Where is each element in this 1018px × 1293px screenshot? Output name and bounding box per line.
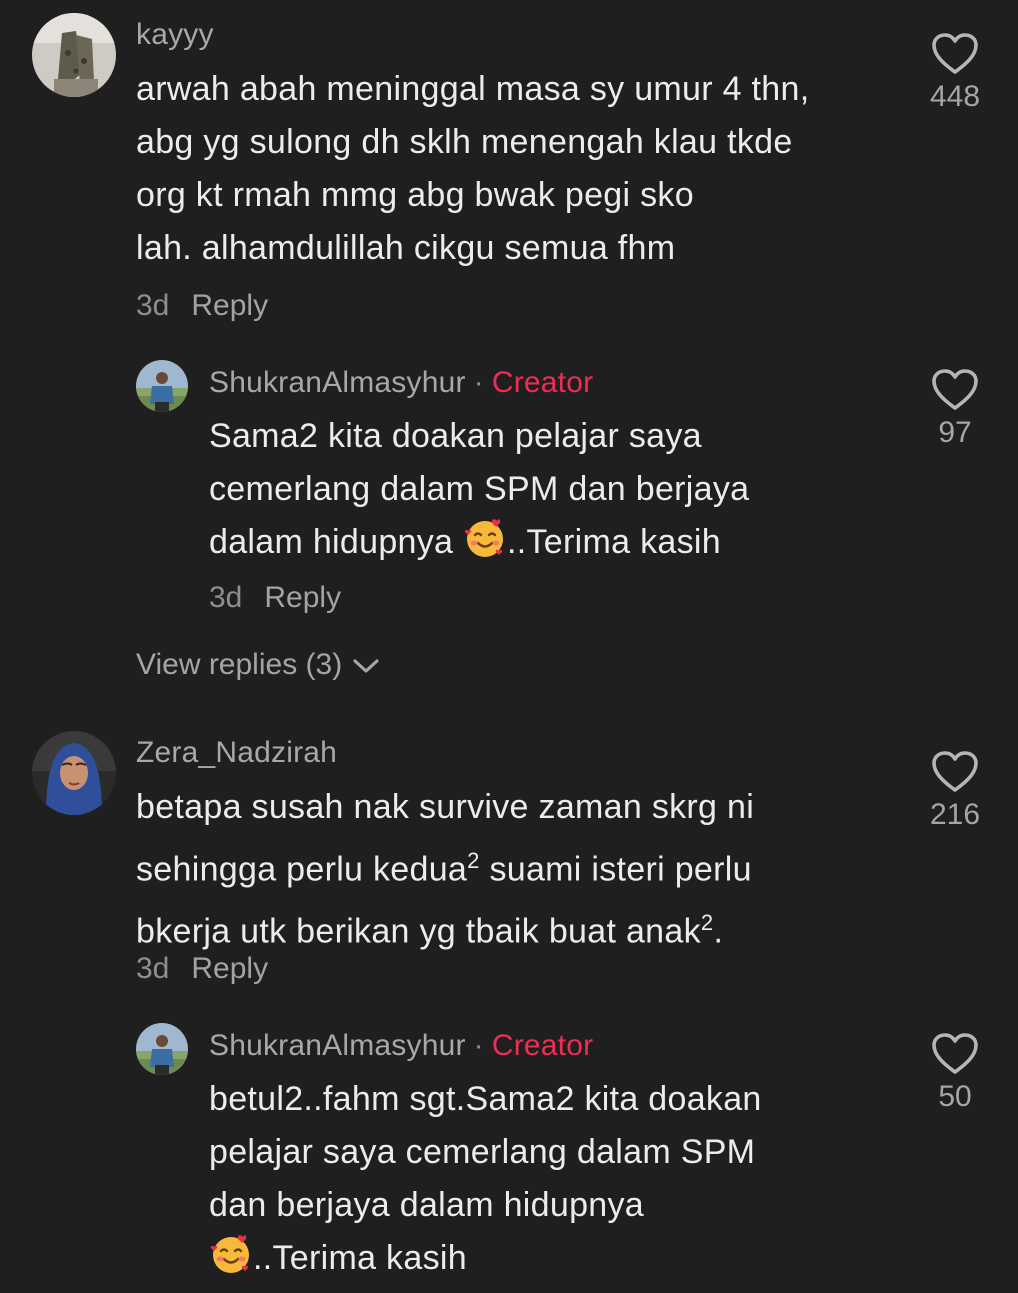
like-count: 216 — [929, 798, 981, 831]
comment-text-line: bkerja utk berikan yg tbaik buat anak2. — [136, 896, 754, 958]
separator-dot: · — [473, 366, 484, 399]
comment-text-line: cemerlang dalam SPM dan berjaya — [209, 470, 750, 508]
comment-text: betul2..fahm sgt.Sama2 kita doakan pelaj… — [209, 1073, 762, 1293]
heart-outline-icon[interactable] — [931, 750, 979, 794]
comment-text: betapa susah nak survive zaman skrg ni s… — [136, 781, 754, 959]
comment-meta: 3d Reply — [136, 952, 268, 986]
comment-text-line: dalam hidupnya ..Terima kasih — [209, 516, 749, 577]
avatar[interactable] — [136, 1023, 188, 1075]
like-count: 50 — [938, 1080, 972, 1113]
smiling-face-with-hearts-icon — [463, 517, 507, 577]
like-control: 50 — [910, 1032, 1000, 1114]
comment-text-fragment: suami isteri perlu — [489, 850, 752, 889]
reply-button[interactable]: Reply — [191, 952, 268, 985]
separator-dot: · — [473, 1029, 484, 1062]
comment-text-line: betul2..fahm sgt.Sama2 kita doakan — [209, 1080, 762, 1118]
comment-text-line: ..Terima kasih — [209, 1232, 762, 1293]
chevron-down-icon — [353, 659, 379, 673]
reply-button[interactable]: Reply — [191, 289, 268, 322]
heart-outline-icon[interactable] — [931, 368, 979, 412]
comment-text: Sama2 kita doakan pelajar saya cemerlang… — [209, 410, 749, 577]
heart-outline-icon[interactable] — [931, 1032, 979, 1076]
superscript: 2 — [467, 848, 480, 873]
comment-text-line: org kt rmah mmg abg bwak pegi sko — [136, 176, 694, 214]
view-replies-label: View replies (3) — [136, 648, 343, 681]
smiling-face-with-hearts-icon — [209, 1233, 253, 1293]
comment-text-fragment: ..Terima kasih — [507, 523, 721, 561]
superscript: 2 — [700, 910, 714, 936]
comment-text-line: betapa susah nak survive zaman skrg ni — [136, 788, 755, 826]
comment-text-fragment: bkerja utk berikan yg tbaik buat anak — [136, 912, 701, 951]
like-count: 448 — [929, 80, 981, 113]
avatar[interactable] — [136, 360, 188, 412]
comment-text-line: sehingga perlu kedua2 suami isteri perlu — [136, 834, 754, 896]
comment-text-line: pelajar saya cemerlang dalam SPM — [209, 1133, 756, 1171]
avatar[interactable] — [32, 731, 116, 815]
heart-outline-icon[interactable] — [931, 32, 979, 76]
like-control: 448 — [910, 32, 1000, 114]
comment-meta: 3d Reply — [136, 289, 268, 323]
like-control: 97 — [910, 368, 1000, 450]
comment-username[interactable]: ShukranAlmasyhur · Creator — [209, 366, 593, 400]
comment-text-line: Sama2 kita doakan pelajar saya — [209, 417, 702, 455]
avatar[interactable] — [32, 13, 116, 97]
comment-timestamp: 3d — [209, 581, 243, 614]
comment-text: arwah abah meninggal masa sy umur 4 thn,… — [136, 63, 809, 275]
comment-text-line: arwah abah meninggal masa sy umur 4 thn, — [136, 70, 810, 108]
creator-badge: Creator — [491, 1029, 594, 1062]
reply-button[interactable]: Reply — [264, 581, 341, 614]
creator-badge: Creator — [491, 366, 594, 399]
comment-timestamp: 3d — [136, 289, 170, 322]
comment-text-line: lah. alhamdulillah cikgu semua fhm — [136, 229, 676, 267]
comment-username[interactable]: kayyy — [136, 18, 214, 52]
username-text[interactable]: ShukranAlmasyhur — [209, 1029, 466, 1062]
comment-text-fragment: ..Terima kasih — [253, 1239, 467, 1277]
comment-text-fragment: dalam hidupnya — [209, 523, 454, 561]
comment-text-line: dan berjaya dalam hidupnya — [209, 1186, 644, 1224]
like-control: 216 — [910, 750, 1000, 832]
comment-text-fragment: . — [713, 912, 724, 951]
like-count: 97 — [938, 416, 972, 449]
comment-timestamp: 3d — [136, 952, 170, 985]
comment-username[interactable]: ShukranAlmasyhur · Creator — [209, 1029, 593, 1063]
view-replies-button[interactable]: View replies (3) — [136, 648, 380, 682]
comment-username[interactable]: Zera_Nadzirah — [136, 736, 337, 770]
comment-text-line: abg yg sulong dh sklh menengah klau tkde — [136, 123, 793, 161]
comment-meta: 3d Reply — [209, 581, 341, 615]
comment-text-fragment: sehingga perlu kedua — [136, 850, 468, 889]
username-text[interactable]: ShukranAlmasyhur — [209, 366, 466, 399]
